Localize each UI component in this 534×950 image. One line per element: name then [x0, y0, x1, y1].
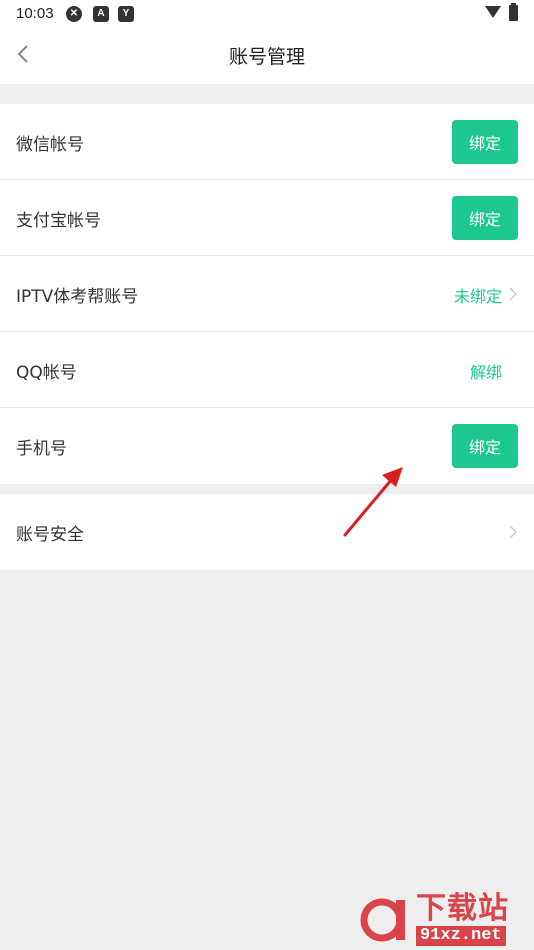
watermark-url: 91xz.net	[416, 926, 506, 946]
annotation-arrow	[343, 467, 403, 537]
watermark-text: 下载站	[416, 891, 509, 926]
watermark: 下载站 91xz.net	[360, 894, 530, 946]
logo-91-icon	[360, 898, 405, 942]
